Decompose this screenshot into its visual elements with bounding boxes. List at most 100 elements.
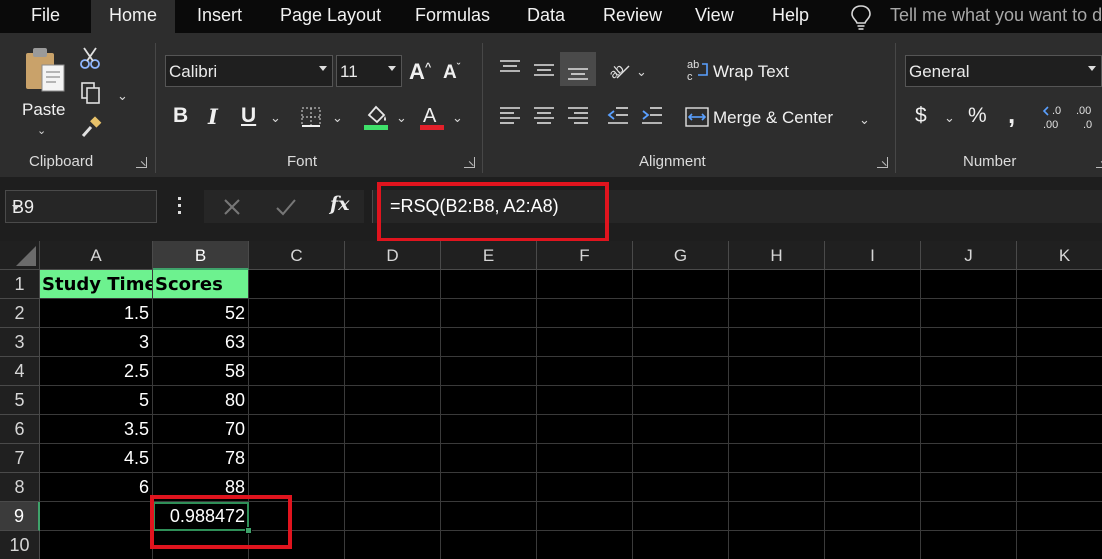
cell-b2[interactable]: 52 (153, 299, 249, 328)
cell-k7[interactable] (1017, 444, 1102, 473)
cell-e2[interactable] (441, 299, 537, 328)
cell-f4[interactable] (537, 357, 633, 386)
increase-decimal-icon[interactable]: .0 .00 (1040, 102, 1068, 132)
cell-i2[interactable] (825, 299, 921, 328)
underline-dropdown-icon[interactable]: ⌄ (270, 110, 281, 126)
font-color-icon[interactable]: A (419, 103, 445, 131)
cell-a6[interactable]: 3.5 (40, 415, 153, 444)
cell-a10[interactable] (40, 531, 153, 559)
align-left-icon[interactable] (498, 105, 522, 129)
cell-c7[interactable] (249, 444, 345, 473)
orientation-icon[interactable]: ab (607, 59, 631, 81)
cell-b7[interactable]: 78 (153, 444, 249, 473)
merge-center-button[interactable]: Merge & Center (713, 108, 833, 128)
cell-i9[interactable] (825, 502, 921, 531)
font-color-dropdown-icon[interactable]: ⌄ (452, 110, 463, 126)
cell-a1[interactable]: Study Time (40, 270, 153, 299)
column-header-a[interactable]: A (40, 241, 153, 270)
tab-home[interactable]: Home (91, 0, 175, 33)
cell-e5[interactable] (441, 386, 537, 415)
cell-f7[interactable] (537, 444, 633, 473)
name-box[interactable]: B9 (5, 190, 157, 223)
cell-e7[interactable] (441, 444, 537, 473)
cell-j6[interactable] (921, 415, 1017, 444)
cell-e6[interactable] (441, 415, 537, 444)
cell-c1[interactable] (249, 270, 345, 299)
cell-c4[interactable] (249, 357, 345, 386)
select-all-button[interactable] (0, 241, 40, 270)
underline-button[interactable]: U (241, 104, 256, 128)
cell-j4[interactable] (921, 357, 1017, 386)
cell-h6[interactable] (729, 415, 825, 444)
cell-f5[interactable] (537, 386, 633, 415)
cell-h8[interactable] (729, 473, 825, 502)
paste-dropdown-icon[interactable]: ⌄ (37, 124, 46, 137)
decrease-font-icon[interactable]: Aˇ (443, 62, 460, 84)
cell-a9[interactable] (40, 502, 153, 531)
cell-h10[interactable] (729, 531, 825, 559)
enter-icon[interactable] (275, 197, 297, 217)
cell-d5[interactable] (345, 386, 441, 415)
percent-button[interactable]: % (968, 104, 987, 128)
cell-d6[interactable] (345, 415, 441, 444)
cell-b6[interactable]: 70 (153, 415, 249, 444)
cell-d4[interactable] (345, 357, 441, 386)
column-header-h[interactable]: H (729, 241, 825, 270)
tab-view[interactable]: View (695, 0, 734, 33)
cell-d8[interactable] (345, 473, 441, 502)
cell-k6[interactable] (1017, 415, 1102, 444)
decrease-indent-icon[interactable] (606, 105, 630, 129)
comma-button[interactable]: , (1008, 99, 1015, 130)
align-middle-icon[interactable] (532, 58, 556, 80)
row-header-4[interactable]: 4 (0, 357, 40, 386)
cell-g3[interactable] (633, 328, 729, 357)
bold-button[interactable]: B (173, 104, 188, 128)
cell-i1[interactable] (825, 270, 921, 299)
increase-indent-icon[interactable] (640, 105, 664, 129)
cell-g6[interactable] (633, 415, 729, 444)
cell-d7[interactable] (345, 444, 441, 473)
cell-k2[interactable] (1017, 299, 1102, 328)
cell-d9[interactable] (345, 502, 441, 531)
cell-e1[interactable] (441, 270, 537, 299)
align-top-icon[interactable] (498, 58, 522, 80)
cell-e4[interactable] (441, 357, 537, 386)
cell-i6[interactable] (825, 415, 921, 444)
font-size-dropdown[interactable]: 11 (336, 55, 402, 87)
cell-h2[interactable] (729, 299, 825, 328)
tab-page-layout[interactable]: Page Layout (280, 0, 381, 33)
cell-g2[interactable] (633, 299, 729, 328)
cell-i8[interactable] (825, 473, 921, 502)
cell-g9[interactable] (633, 502, 729, 531)
column-header-c[interactable]: C (249, 241, 345, 270)
paste-icon[interactable] (22, 45, 68, 93)
wrap-text-button[interactable]: Wrap Text (713, 62, 789, 82)
cell-k8[interactable] (1017, 473, 1102, 502)
cell-a4[interactable]: 2.5 (40, 357, 153, 386)
cancel-icon[interactable] (222, 197, 242, 217)
cell-i5[interactable] (825, 386, 921, 415)
cell-f3[interactable] (537, 328, 633, 357)
tab-formulas[interactable]: Formulas (415, 0, 490, 33)
tab-file[interactable]: File (31, 0, 60, 33)
column-header-j[interactable]: J (921, 241, 1017, 270)
cell-f8[interactable] (537, 473, 633, 502)
cell-j10[interactable] (921, 531, 1017, 559)
clipboard-launcher-icon[interactable] (136, 157, 147, 168)
column-header-b[interactable]: B (153, 241, 249, 270)
cell-k4[interactable] (1017, 357, 1102, 386)
cell-a2[interactable]: 1.5 (40, 299, 153, 328)
cell-h3[interactable] (729, 328, 825, 357)
cell-b3[interactable]: 63 (153, 328, 249, 357)
cell-f9[interactable] (537, 502, 633, 531)
cell-b5[interactable]: 80 (153, 386, 249, 415)
cell-j1[interactable] (921, 270, 1017, 299)
number-launcher-icon[interactable] (1096, 157, 1102, 168)
cell-j5[interactable] (921, 386, 1017, 415)
cell-f10[interactable] (537, 531, 633, 559)
cell-e9[interactable] (441, 502, 537, 531)
cell-k10[interactable] (1017, 531, 1102, 559)
cell-j2[interactable] (921, 299, 1017, 328)
currency-dropdown-icon[interactable]: ⌄ (944, 110, 955, 126)
more-options-icon[interactable] (178, 197, 182, 217)
